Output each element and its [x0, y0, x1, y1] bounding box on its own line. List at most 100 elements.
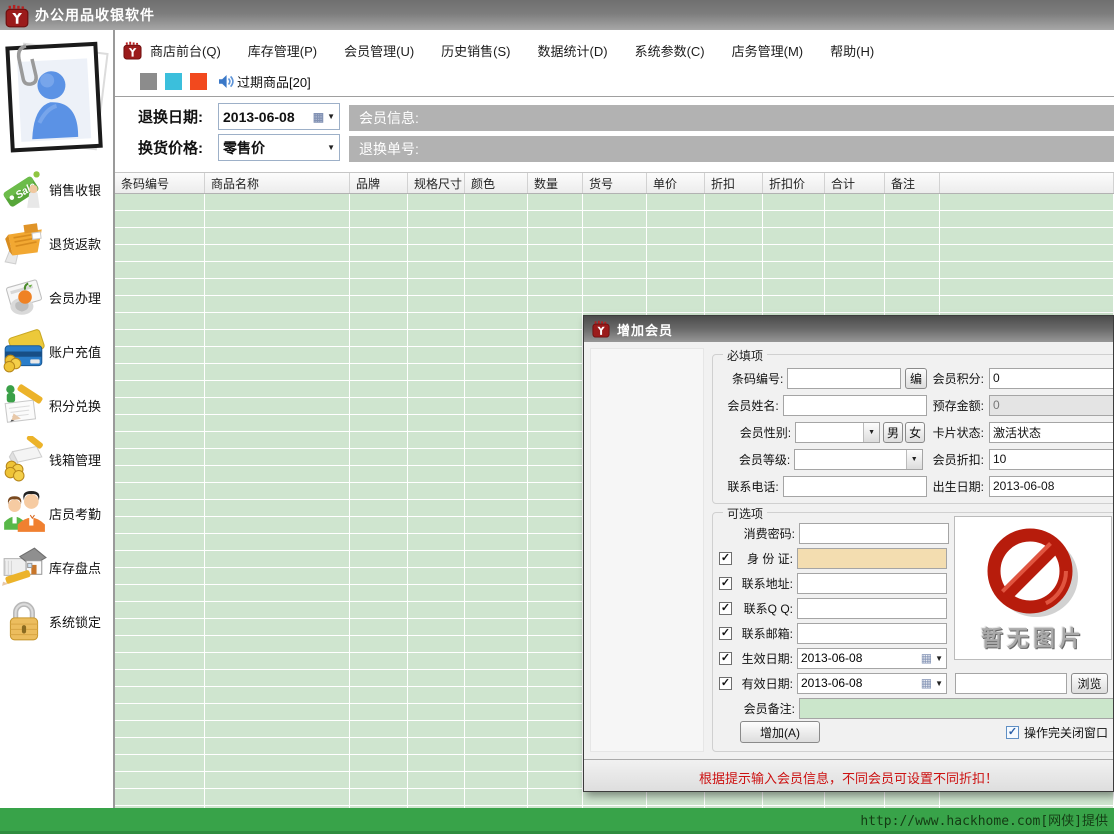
chevron-down-icon: ▼ — [906, 450, 922, 469]
deposit-input — [989, 395, 1114, 416]
table-header-cell[interactable]: 折扣价 — [763, 173, 825, 193]
card-status-input[interactable] — [989, 422, 1114, 443]
qq-input[interactable] — [797, 598, 947, 619]
male-button[interactable]: 男 — [883, 422, 903, 443]
gender-select[interactable]: ▼ — [795, 422, 880, 443]
table-header-cell[interactable]: 品牌 — [350, 173, 408, 193]
valid-date-picker[interactable]: 2013-06-08 ▦ ▼ — [797, 673, 947, 694]
member-name-input[interactable] — [783, 395, 927, 416]
edit-barcode-button[interactable]: 编 — [905, 368, 926, 389]
sidebar-item-label: 退货返款 — [49, 234, 101, 253]
table-header-cell[interactable]: 颜色 — [465, 173, 528, 193]
discount-input[interactable] — [989, 449, 1114, 470]
speaker-icon[interactable] — [217, 73, 234, 90]
table-header-cell[interactable]: 规格尺寸 — [408, 173, 465, 193]
chevron-down-icon: ▼ — [327, 143, 335, 152]
female-button[interactable]: 女 — [905, 422, 925, 443]
table-header-cell[interactable]: 货号 — [583, 173, 647, 193]
points-input[interactable] — [989, 368, 1114, 389]
barcode-input[interactable] — [787, 368, 901, 389]
table-header-cell[interactable]: 数量 — [528, 173, 583, 193]
idcard-checkbox[interactable] — [719, 552, 732, 565]
email-checkbox[interactable] — [719, 627, 732, 640]
table-header-cell[interactable]: 单价 — [647, 173, 705, 193]
table-header-cell[interactable]: 折扣 — [705, 173, 763, 193]
menu-item[interactable]: 商店前台(Q) — [150, 41, 221, 60]
photo-frame-icon — [2, 34, 110, 156]
return-no-bar: 退换单号: — [349, 136, 1114, 162]
table-header-filler — [940, 173, 1114, 193]
table-header-cell[interactable]: 商品名称 — [205, 173, 350, 193]
email-input[interactable] — [797, 623, 947, 644]
idcard-input[interactable] — [797, 548, 947, 569]
menu-bar: 商店前台(Q) 库存管理(P) 会员管理(U) 历史销售(S) 数据统计(D) 系统参数(… — [115, 38, 901, 62]
sidebar-item-recharge[interactable]: 账户充值 — [0, 324, 113, 378]
password-label: 消费密码: — [719, 525, 795, 542]
gray-swatch[interactable] — [140, 73, 157, 90]
menu-item[interactable]: 数据统计(D) — [538, 41, 608, 60]
sidebar-item-attendance[interactable]: 店员考勤 — [0, 486, 113, 540]
valid-date-label: 有效日期: — [732, 675, 793, 692]
table-column — [528, 194, 583, 808]
table-header-cell[interactable]: 合计 — [825, 173, 885, 193]
sidebar-item-label: 系统锁定 — [49, 612, 101, 631]
member-note-input[interactable] — [799, 698, 1114, 719]
dialog-status-bar: 根据提示输入会员信息，不同会员可设置不同折扣！ — [584, 759, 1113, 792]
address-checkbox[interactable] — [719, 577, 732, 590]
staff-icon — [1, 490, 47, 536]
toolbar: 过期商品[20] — [115, 68, 311, 94]
sidebar-item-sale[interactable]: Sale销售收银 — [0, 162, 113, 216]
member-note-label: 会员备注: — [719, 700, 795, 717]
sale-tag-icon: Sale — [1, 166, 47, 212]
return-date-picker[interactable]: 2013-06-08 ▦ ▼ — [218, 103, 340, 130]
effective-date-checkbox[interactable] — [719, 652, 732, 665]
phone-input[interactable] — [783, 476, 927, 497]
cyan-swatch[interactable] — [165, 73, 182, 90]
qq-checkbox[interactable] — [719, 602, 732, 615]
menu-item[interactable]: 系统参数(C) — [635, 41, 705, 60]
expired-goods-label[interactable]: 过期商品[20] — [237, 72, 311, 91]
sidebar-item-member[interactable]: 会员办理 — [0, 270, 113, 324]
member-level-select[interactable]: ▼ — [794, 449, 923, 470]
password-input[interactable] — [799, 523, 949, 544]
orange-swatch[interactable] — [190, 73, 207, 90]
close-after-checkbox[interactable] — [1006, 726, 1019, 739]
sidebar-item-lock[interactable]: 系统锁定 — [0, 594, 113, 648]
table-header-cell[interactable]: 备注 — [885, 173, 940, 193]
sidebar-item-label: 积分兑换 — [49, 396, 101, 415]
valid-date-value: 2013-06-08 — [801, 676, 921, 690]
member-info-bar: 会员信息: — [349, 105, 1114, 131]
discount-label: 会员折扣: — [929, 451, 984, 468]
sidebar-item-cashbox[interactable]: 钱箱管理 — [0, 432, 113, 486]
address-input[interactable] — [797, 573, 947, 594]
dialog-left-panel — [590, 348, 704, 752]
card-status-label: 卡片状态: — [928, 424, 984, 441]
valid-date-checkbox[interactable] — [719, 677, 732, 690]
effective-date-value: 2013-06-08 — [801, 651, 921, 665]
price-mode-select[interactable]: 零售价 ▼ — [218, 134, 340, 161]
chevron-down-icon: ▼ — [327, 112, 335, 121]
sidebar-item-points[interactable]: 积分兑换 — [0, 378, 113, 432]
dialog-hint: 根据提示输入会员信息，不同会员可设置不同折扣！ — [699, 768, 998, 787]
footer-bar: http://www.hackhome.com[网侠]提供 — [0, 808, 1114, 834]
menu-item[interactable]: 店务管理(M) — [732, 41, 804, 60]
menu-item[interactable]: 会员管理(U) — [344, 41, 414, 60]
menu-item[interactable]: 库存管理(P) — [248, 41, 317, 60]
sidebar-item-refund[interactable]: 退货返款 — [0, 216, 113, 270]
return-date-label: 退换日期: — [138, 106, 203, 127]
menu-item[interactable]: 历史销售(S) — [441, 41, 510, 60]
dialog-title-bar[interactable]: 增加会员 — [584, 316, 1113, 342]
browse-button[interactable]: 浏览 — [1071, 673, 1108, 694]
sidebar-item-stocktake[interactable]: 库存盘点 — [0, 540, 113, 594]
table-header-cell[interactable]: 条码编号 — [115, 173, 205, 193]
required-legend: 必填项 — [723, 347, 767, 364]
menu-item[interactable]: 帮助(H) — [830, 41, 874, 60]
return-basket-icon — [1, 220, 47, 266]
effective-date-picker[interactable]: 2013-06-08 ▦ ▼ — [797, 648, 947, 669]
add-button[interactable]: 增加(A) — [740, 721, 820, 743]
image-path-input[interactable] — [955, 673, 1067, 694]
no-image-icon — [955, 523, 1111, 623]
sidebar: Sale销售收银退货返款会员办理账户充值积分兑换钱箱管理店员考勤库存盘点系统锁定 — [0, 30, 115, 808]
birthday-input[interactable] — [989, 476, 1114, 497]
chevron-down-icon: ▼ — [935, 679, 943, 688]
